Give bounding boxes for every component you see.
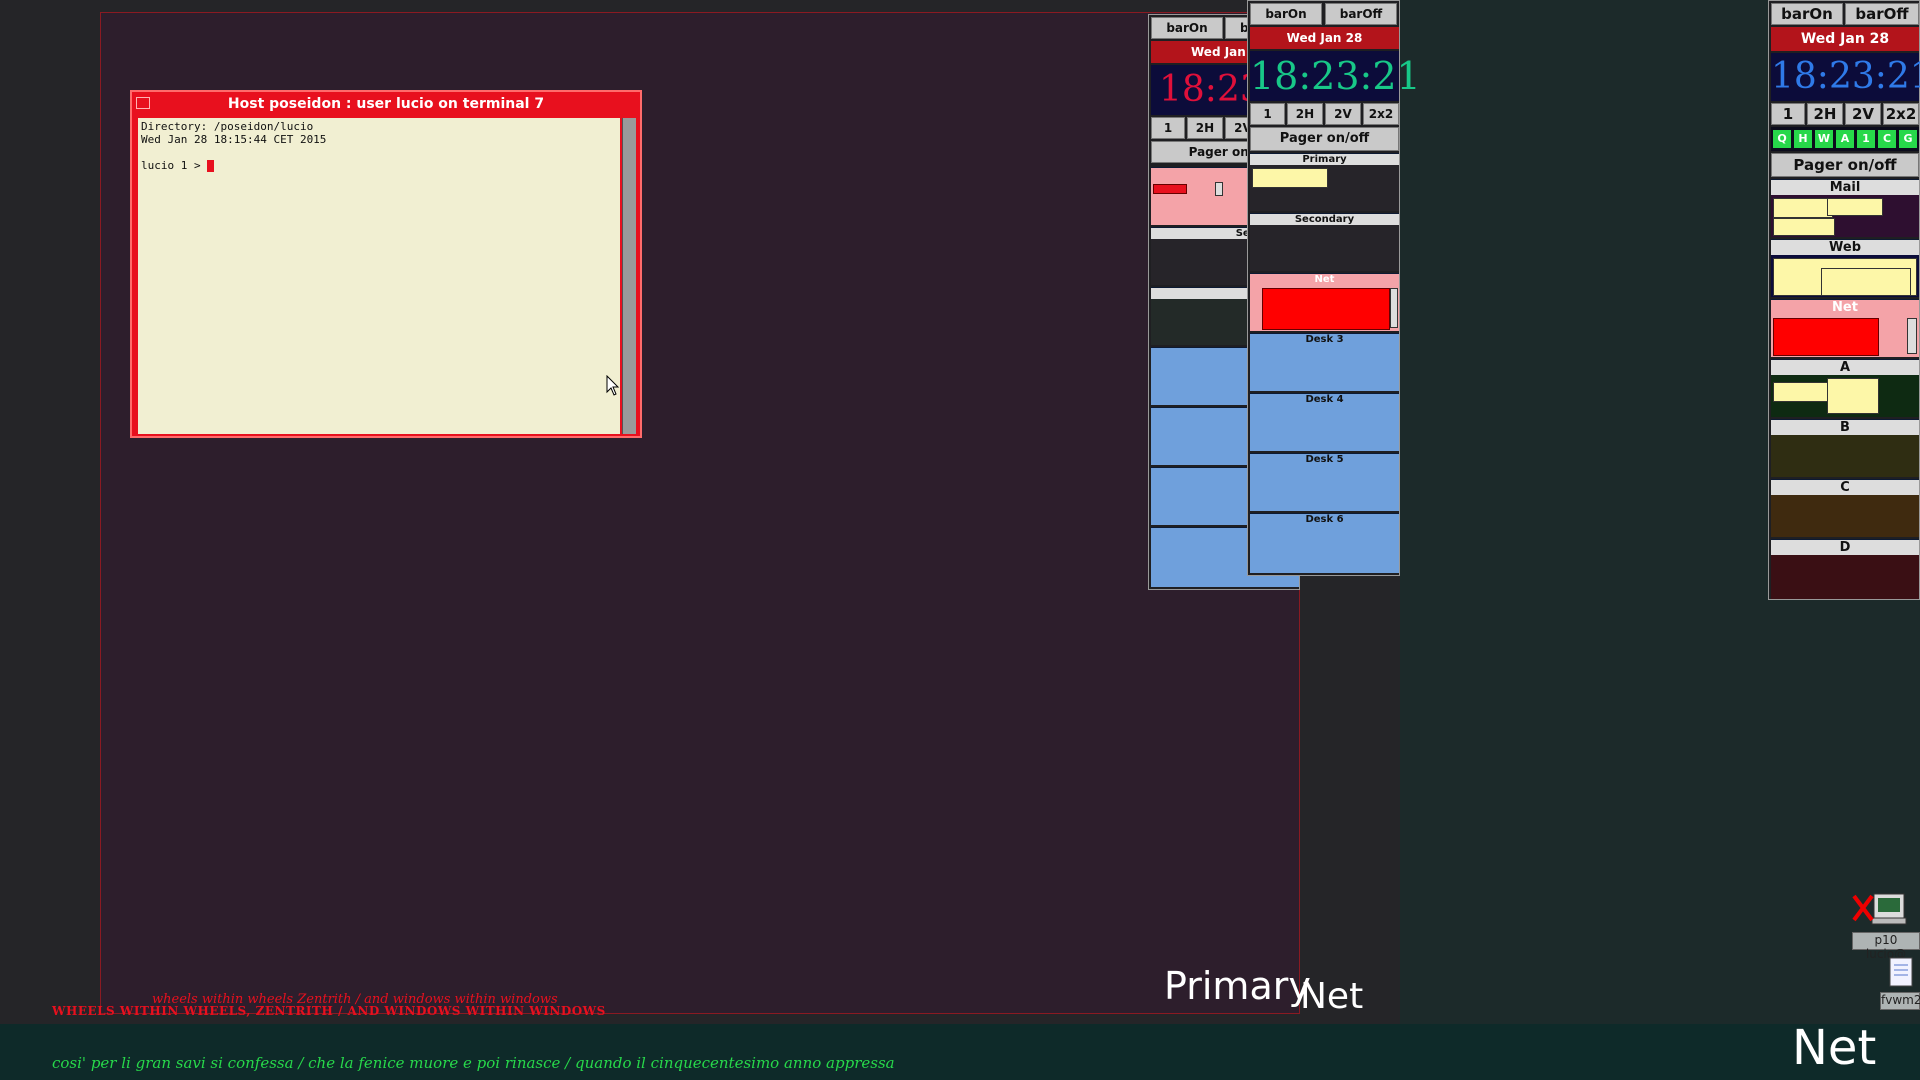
- mini-window[interactable]: [1390, 288, 1398, 328]
- desk-secondary[interactable]: Secondary: [1250, 213, 1399, 271]
- desk-d[interactable]: D: [1771, 539, 1919, 599]
- desk-b[interactable]: B: [1771, 419, 1919, 477]
- mini-window[interactable]: [1827, 378, 1879, 414]
- terminal-prompt: lucio 1 >: [141, 159, 201, 172]
- desk-label: Desk 6: [1305, 514, 1344, 525]
- layout-2h-button[interactable]: 2H: [1807, 103, 1843, 125]
- terminal-window[interactable]: Host poseidon : user lucio on terminal 7…: [130, 90, 642, 438]
- desk-name-net-large: Net: [1792, 1020, 1877, 1076]
- desk-5[interactable]: Desk 5: [1250, 453, 1399, 511]
- terminal-content[interactable]: Directory: /poseidon/lucio Wed Jan 28 18…: [138, 118, 620, 434]
- desk-label: C: [1771, 480, 1919, 495]
- quick-launch-h-icon[interactable]: H: [1794, 130, 1812, 148]
- layout-1-button[interactable]: 1: [1151, 117, 1185, 139]
- terminal-desktop-icon[interactable]: [1852, 890, 1908, 930]
- pager-toggle-button[interactable]: Pager on/off: [1250, 127, 1399, 151]
- bar-off-button[interactable]: barOff: [1845, 3, 1919, 25]
- terminal-line: Directory: /poseidon/lucio: [141, 120, 314, 133]
- mini-window[interactable]: [1821, 268, 1911, 296]
- desk-label: A: [1771, 360, 1919, 375]
- desk-label: Primary: [1250, 154, 1399, 165]
- desk-name-primary: Primary: [1164, 964, 1311, 1008]
- desk-label: D: [1771, 540, 1919, 555]
- file-desktop-icon[interactable]: [1888, 956, 1914, 988]
- desk-label: Mail: [1771, 180, 1919, 195]
- mini-window[interactable]: [1215, 182, 1223, 196]
- bar-on-button[interactable]: barOn: [1250, 3, 1322, 25]
- desk-a[interactable]: A: [1771, 359, 1919, 417]
- text-cursor: [206, 160, 214, 172]
- desk-label: Secondary: [1250, 214, 1399, 225]
- motto-line-lower: WHEELS WITHIN WHEELS, ZENTRITH / AND WIN…: [52, 1004, 606, 1018]
- mini-window[interactable]: [1773, 318, 1879, 356]
- layout-2x2-button[interactable]: 2x2: [1363, 103, 1399, 125]
- layout-2h-button[interactable]: 2H: [1187, 117, 1223, 139]
- terminal-line: Wed Jan 28 18:15:44 CET 2015: [141, 133, 327, 146]
- file-icon-label[interactable]: fvwm2: [1880, 992, 1920, 1010]
- quick-launch-bar: Q H W A 1 C G: [1771, 127, 1919, 151]
- date-display: Wed Jan 28: [1771, 27, 1919, 51]
- bar-on-button[interactable]: barOn: [1151, 17, 1223, 39]
- layout-2h-button[interactable]: 2H: [1287, 103, 1323, 125]
- computer-icon: [1852, 893, 1907, 925]
- mini-window[interactable]: [1153, 184, 1187, 194]
- desk-net[interactable]: Net: [1771, 299, 1919, 357]
- terminal-icon-label[interactable]: p10 lucio@: [1852, 932, 1920, 961]
- desk-name-net: Net: [1300, 976, 1364, 1017]
- mini-window[interactable]: [1252, 168, 1328, 188]
- desk-label: Desk 3: [1305, 334, 1344, 345]
- mini-window[interactable]: [1262, 288, 1390, 330]
- desk-mail[interactable]: Mail: [1771, 179, 1919, 237]
- desk-label: Net: [1832, 300, 1858, 315]
- desk-web[interactable]: Web: [1771, 239, 1919, 297]
- layout-2v-button[interactable]: 2V: [1325, 103, 1361, 125]
- desk-6[interactable]: Desk 6: [1250, 513, 1399, 573]
- quick-launch-a-icon[interactable]: A: [1836, 130, 1854, 148]
- desk-net[interactable]: Net: [1250, 273, 1399, 331]
- terminal-prompt-row: lucio 1 >: [141, 159, 617, 172]
- date-display: Wed Jan 28: [1250, 27, 1399, 49]
- terminal-title[interactable]: Host poseidon : user lucio on terminal 7: [132, 92, 640, 116]
- mouse-pointer-icon: [606, 375, 620, 396]
- bar-on-button[interactable]: barOn: [1771, 3, 1843, 25]
- layout-2x2-button[interactable]: 2x2: [1883, 103, 1919, 125]
- pager-toggle-button[interactable]: Pager on/off: [1771, 153, 1919, 177]
- desk-label: Net: [1314, 274, 1335, 285]
- layout-1-button[interactable]: 1: [1250, 103, 1285, 125]
- desk-c[interactable]: C: [1771, 479, 1919, 537]
- layout-2v-button[interactable]: 2V: [1845, 103, 1881, 125]
- clock-display: 18:23:21: [1771, 53, 1920, 101]
- desk-4[interactable]: Desk 4: [1250, 393, 1399, 451]
- quote-line: cosi' per li gran savi si confessa / che…: [52, 1054, 895, 1072]
- document-icon: [1889, 957, 1913, 987]
- mini-window[interactable]: [1907, 318, 1917, 354]
- desk-label: Web: [1771, 240, 1919, 255]
- mini-window[interactable]: [1827, 198, 1883, 216]
- mini-window[interactable]: [1773, 218, 1835, 236]
- mini-window[interactable]: [1773, 198, 1833, 218]
- bar-off-button[interactable]: barOff: [1325, 3, 1397, 25]
- quick-launch-1-icon[interactable]: 1: [1857, 130, 1875, 148]
- terminal-scrollbar[interactable]: [622, 118, 636, 434]
- desk-3[interactable]: Desk 3: [1250, 333, 1399, 391]
- desk-label: B: [1771, 420, 1919, 435]
- pager-panel-c: barOn barOff Wed Jan 28 18:23:21 1 2H 2V…: [1768, 0, 1920, 600]
- quick-launch-q-icon[interactable]: Q: [1773, 130, 1791, 148]
- pager-panel-b: barOn barOff Wed Jan 28 18:23:21 1 2H 2V…: [1247, 0, 1421, 576]
- quick-launch-c-icon[interactable]: C: [1878, 130, 1896, 148]
- quick-launch-g-icon[interactable]: G: [1899, 130, 1917, 148]
- clock-display: 18:23:21: [1250, 51, 1421, 101]
- mini-window[interactable]: [1773, 382, 1829, 402]
- layout-1-button[interactable]: 1: [1771, 103, 1805, 125]
- quick-launch-w-icon[interactable]: W: [1815, 130, 1833, 148]
- desk-label: Desk 4: [1305, 394, 1344, 405]
- desk-primary[interactable]: Primary: [1250, 153, 1399, 211]
- desk-label: Desk 5: [1305, 454, 1344, 465]
